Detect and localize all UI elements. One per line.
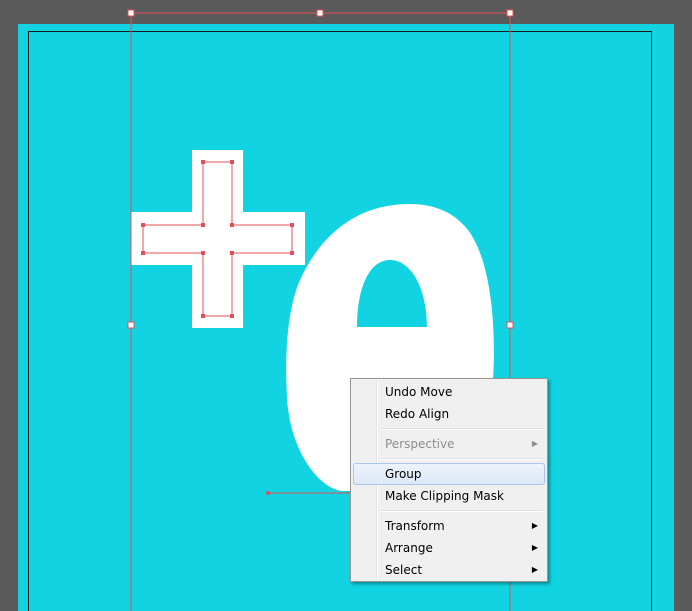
menu-item-group[interactable]: Group (353, 463, 545, 485)
path-anchor-point[interactable] (201, 314, 205, 318)
path-anchor-point[interactable] (141, 251, 145, 255)
menu-item-label: Make Clipping Mask (385, 489, 504, 503)
menu-item-label: Arrange (385, 541, 433, 555)
menu-item-undo-move[interactable]: Undo Move (353, 381, 545, 403)
path-anchor-point[interactable] (201, 223, 205, 227)
bounding-box-handle[interactable] (506, 9, 514, 17)
menu-item-make-clipping-mask[interactable]: Make Clipping Mask (353, 485, 545, 507)
menu-separator (381, 428, 543, 430)
menu-item-label: Group (385, 467, 422, 481)
submenu-arrow-icon: ▶ (531, 565, 538, 574)
bounding-box-handle[interactable] (127, 9, 135, 17)
path-anchor-point[interactable] (230, 160, 234, 164)
menu-item-redo-align[interactable]: Redo Align (353, 403, 545, 425)
path-anchor-point[interactable] (141, 223, 145, 227)
menu-item-transform[interactable]: Transform ▶ (353, 515, 545, 537)
menu-item-label: Transform (385, 519, 445, 533)
pasteboard[interactable]: Undo Move Redo Align Perspective ▶ Group… (0, 0, 692, 611)
context-menu: Undo Move Redo Align Perspective ▶ Group… (350, 378, 548, 582)
path-anchor-point[interactable] (201, 160, 205, 164)
menu-item-label: Redo Align (385, 407, 450, 421)
submenu-arrow-icon: ▶ (531, 543, 538, 552)
submenu-arrow-icon: ▶ (531, 521, 538, 530)
path-anchor-point[interactable] (290, 223, 294, 227)
path-anchor-point[interactable] (230, 223, 234, 227)
menu-separator (381, 510, 543, 512)
path-anchor-point[interactable] (290, 251, 294, 255)
menu-item-label: Perspective (385, 437, 455, 451)
canvas-artwork (127, 9, 514, 611)
menu-item-label: Undo Move (385, 385, 453, 399)
menu-item-select[interactable]: Select ▶ (353, 559, 545, 581)
menu-separator (381, 458, 543, 460)
bounding-box-handle[interactable] (316, 9, 324, 17)
bounding-box-handle[interactable] (127, 321, 135, 329)
e-path-anchor[interactable] (266, 491, 270, 495)
path-anchor-point[interactable] (201, 251, 205, 255)
submenu-arrow-icon: ▶ (531, 439, 538, 448)
bounding-box-handle[interactable] (506, 321, 514, 329)
path-anchor-point[interactable] (230, 314, 234, 318)
plus-sign-shape[interactable] (131, 150, 305, 328)
menu-item-arrange[interactable]: Arrange ▶ (353, 537, 545, 559)
menu-item-label: Select (385, 563, 423, 577)
path-anchor-point[interactable] (230, 251, 234, 255)
menu-item-perspective[interactable]: Perspective ▶ (353, 433, 545, 455)
